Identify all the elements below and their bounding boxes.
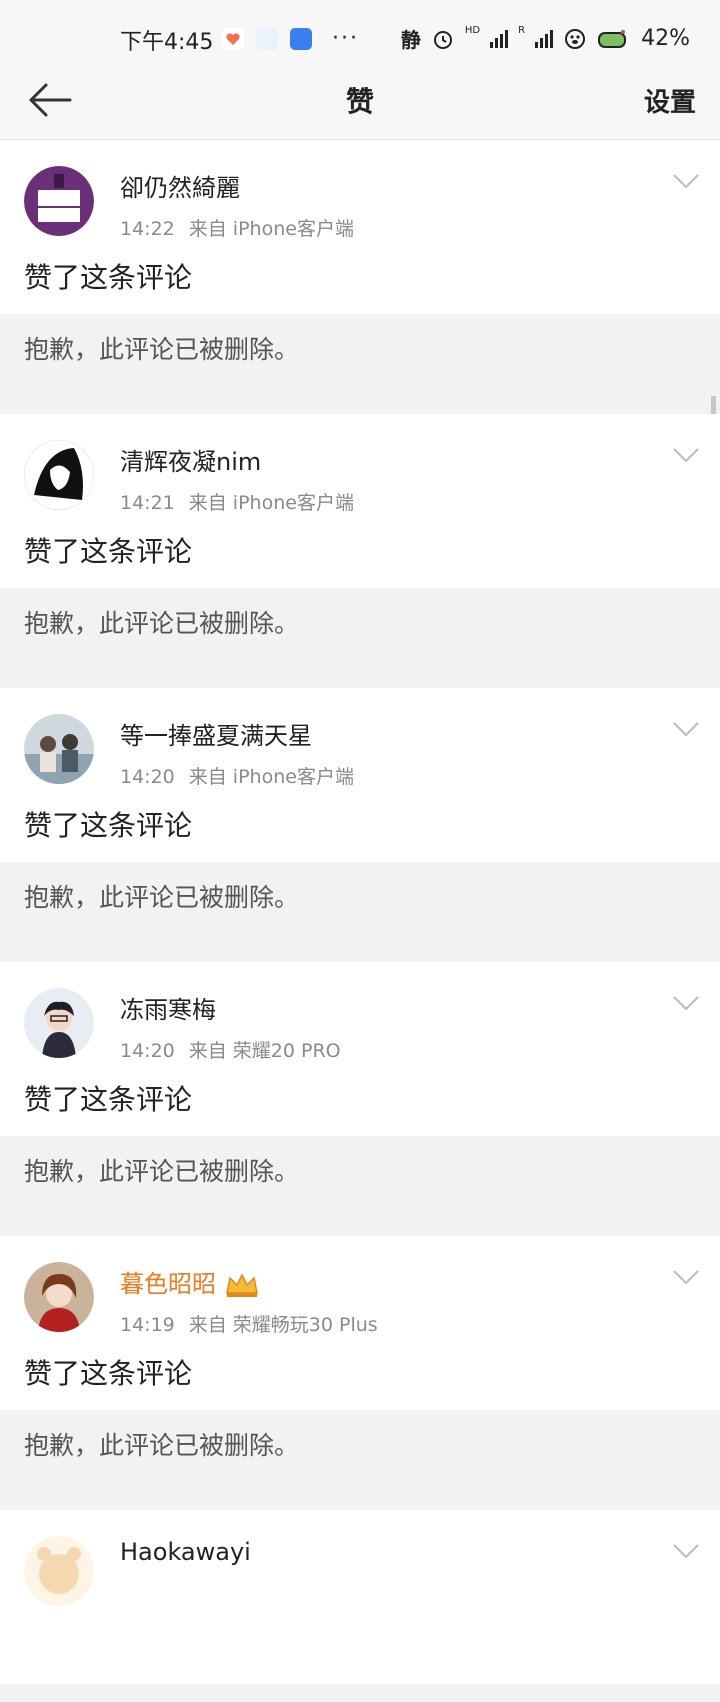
user-name[interactable]: 清辉夜凝nim bbox=[120, 442, 261, 477]
post-meta: 14:21 来自 iPhone客户端 bbox=[120, 488, 354, 515]
list-item[interactable]: Haokawayi bbox=[0, 1510, 720, 1684]
action-text: 赞了这条评论 bbox=[24, 1357, 193, 1390]
status-time: 下午4:45 bbox=[120, 30, 214, 55]
user-name[interactable]: Haokawayi bbox=[120, 1538, 251, 1566]
silent-mode-label: 静 bbox=[400, 28, 421, 52]
list-item[interactable]: 暮色昭昭 14:19 来自 荣耀畅玩30 Plus 赞了这条评论 抱歉，此评论已被… bbox=[0, 1236, 720, 1492]
heart-app-icon bbox=[222, 27, 244, 50]
vip-crown-icon bbox=[226, 1273, 258, 1297]
roaming-label: R bbox=[518, 25, 526, 36]
time: 14:20 bbox=[120, 1040, 175, 1062]
avatar[interactable] bbox=[24, 714, 94, 784]
post-meta: 14:19 来自 荣耀畅玩30 Plus bbox=[120, 1310, 378, 1337]
alarm-icon bbox=[433, 30, 452, 49]
quoted-comment[interactable]: 抱歉，此评论已被删除。 bbox=[0, 1410, 720, 1492]
quoted-comment[interactable]: 抱歉，此评论已被删除。 bbox=[0, 1136, 720, 1218]
hd-label: HD bbox=[464, 25, 481, 36]
likes-list: 卻仍然綺麗 14:22 来自 iPhone客户端 赞了这条评论 抱歉，此评论已被删… bbox=[0, 140, 720, 1702]
source: 来自 iPhone客户端 bbox=[188, 218, 354, 240]
more-notifications-icon: ··· bbox=[332, 26, 359, 51]
list-item[interactable]: 等一捧盛夏满天星 14:20 来自 iPhone客户端 赞了这条评论 抱歉，此评论… bbox=[0, 688, 720, 944]
post-meta: 14:20 来自 iPhone客户端 bbox=[120, 762, 354, 789]
source: 来自 iPhone客户端 bbox=[188, 492, 354, 514]
time: 14:20 bbox=[120, 766, 175, 788]
post-meta: 14:20 来自 荣耀20 PRO bbox=[120, 1036, 341, 1063]
signal-2-icon bbox=[535, 29, 554, 48]
quoted-comment[interactable]: 抱歉，此评论已被删除。 bbox=[0, 862, 720, 944]
page-title: 赞 bbox=[345, 85, 374, 118]
paw-icon bbox=[565, 28, 586, 49]
quoted-comment[interactable]: 抱歉，此评论已被删除。 bbox=[0, 314, 720, 396]
avatar[interactable] bbox=[24, 440, 94, 510]
signal-icon bbox=[490, 29, 509, 48]
source: 来自 荣耀20 PRO bbox=[188, 1040, 341, 1062]
time: 14:22 bbox=[120, 218, 175, 240]
chat-app-icon bbox=[290, 27, 312, 50]
action-text: 赞了这条评论 bbox=[24, 535, 193, 568]
nav-header: 赞 设置 bbox=[0, 60, 720, 140]
user-name[interactable]: 等一捧盛夏满天星 bbox=[120, 716, 312, 751]
back-arrow-icon[interactable] bbox=[26, 80, 74, 120]
source: 来自 荣耀畅玩30 Plus bbox=[188, 1314, 378, 1336]
user-name[interactable]: 暮色昭昭 bbox=[120, 1264, 260, 1299]
notification-icons: ··· bbox=[222, 26, 359, 51]
action-text: 赞了这条评论 bbox=[24, 1083, 193, 1116]
avatar[interactable] bbox=[24, 166, 94, 236]
battery-percent: 42% bbox=[641, 26, 690, 51]
battery-icon bbox=[598, 29, 627, 48]
quoted-comment[interactable]: 抱歉，此评论已被删除。 bbox=[0, 588, 720, 670]
system-icons: 静 HD R 42% bbox=[401, 24, 690, 53]
source: 来自 iPhone客户端 bbox=[188, 766, 354, 788]
avatar[interactable] bbox=[24, 1262, 94, 1332]
chevron-down-icon[interactable] bbox=[672, 1542, 700, 1560]
avatar[interactable] bbox=[24, 988, 94, 1058]
avatar[interactable] bbox=[24, 1536, 94, 1606]
list-item[interactable]: 冻雨寒梅 14:20 来自 荣耀20 PRO 赞了这条评论 抱歉，此评论已被删除。 bbox=[0, 962, 720, 1218]
time: 14:19 bbox=[120, 1314, 175, 1336]
chevron-down-icon[interactable] bbox=[672, 446, 700, 464]
app-icon bbox=[256, 27, 278, 50]
action-text: 赞了这条评论 bbox=[24, 261, 193, 294]
list-item[interactable]: 卻仍然綺麗 14:22 来自 iPhone客户端 赞了这条评论 抱歉，此评论已被删… bbox=[0, 140, 720, 396]
user-name[interactable]: 卻仍然綺麗 bbox=[120, 168, 240, 203]
user-name-text[interactable]: 暮色昭昭 bbox=[120, 1270, 216, 1298]
user-name[interactable]: 冻雨寒梅 bbox=[120, 990, 216, 1025]
chevron-down-icon[interactable] bbox=[672, 994, 700, 1012]
post-meta: 14:22 来自 iPhone客户端 bbox=[120, 214, 354, 241]
action-text: 赞了这条评论 bbox=[24, 809, 193, 842]
chevron-down-icon[interactable] bbox=[672, 1268, 700, 1286]
settings-button[interactable]: 设置 bbox=[644, 82, 696, 119]
list-item[interactable]: 清辉夜凝nim 14:21 来自 iPhone客户端 赞了这条评论 抱歉，此评论已… bbox=[0, 414, 720, 670]
time: 14:21 bbox=[120, 492, 175, 514]
chevron-down-icon[interactable] bbox=[672, 720, 700, 738]
chevron-down-icon[interactable] bbox=[672, 172, 700, 190]
